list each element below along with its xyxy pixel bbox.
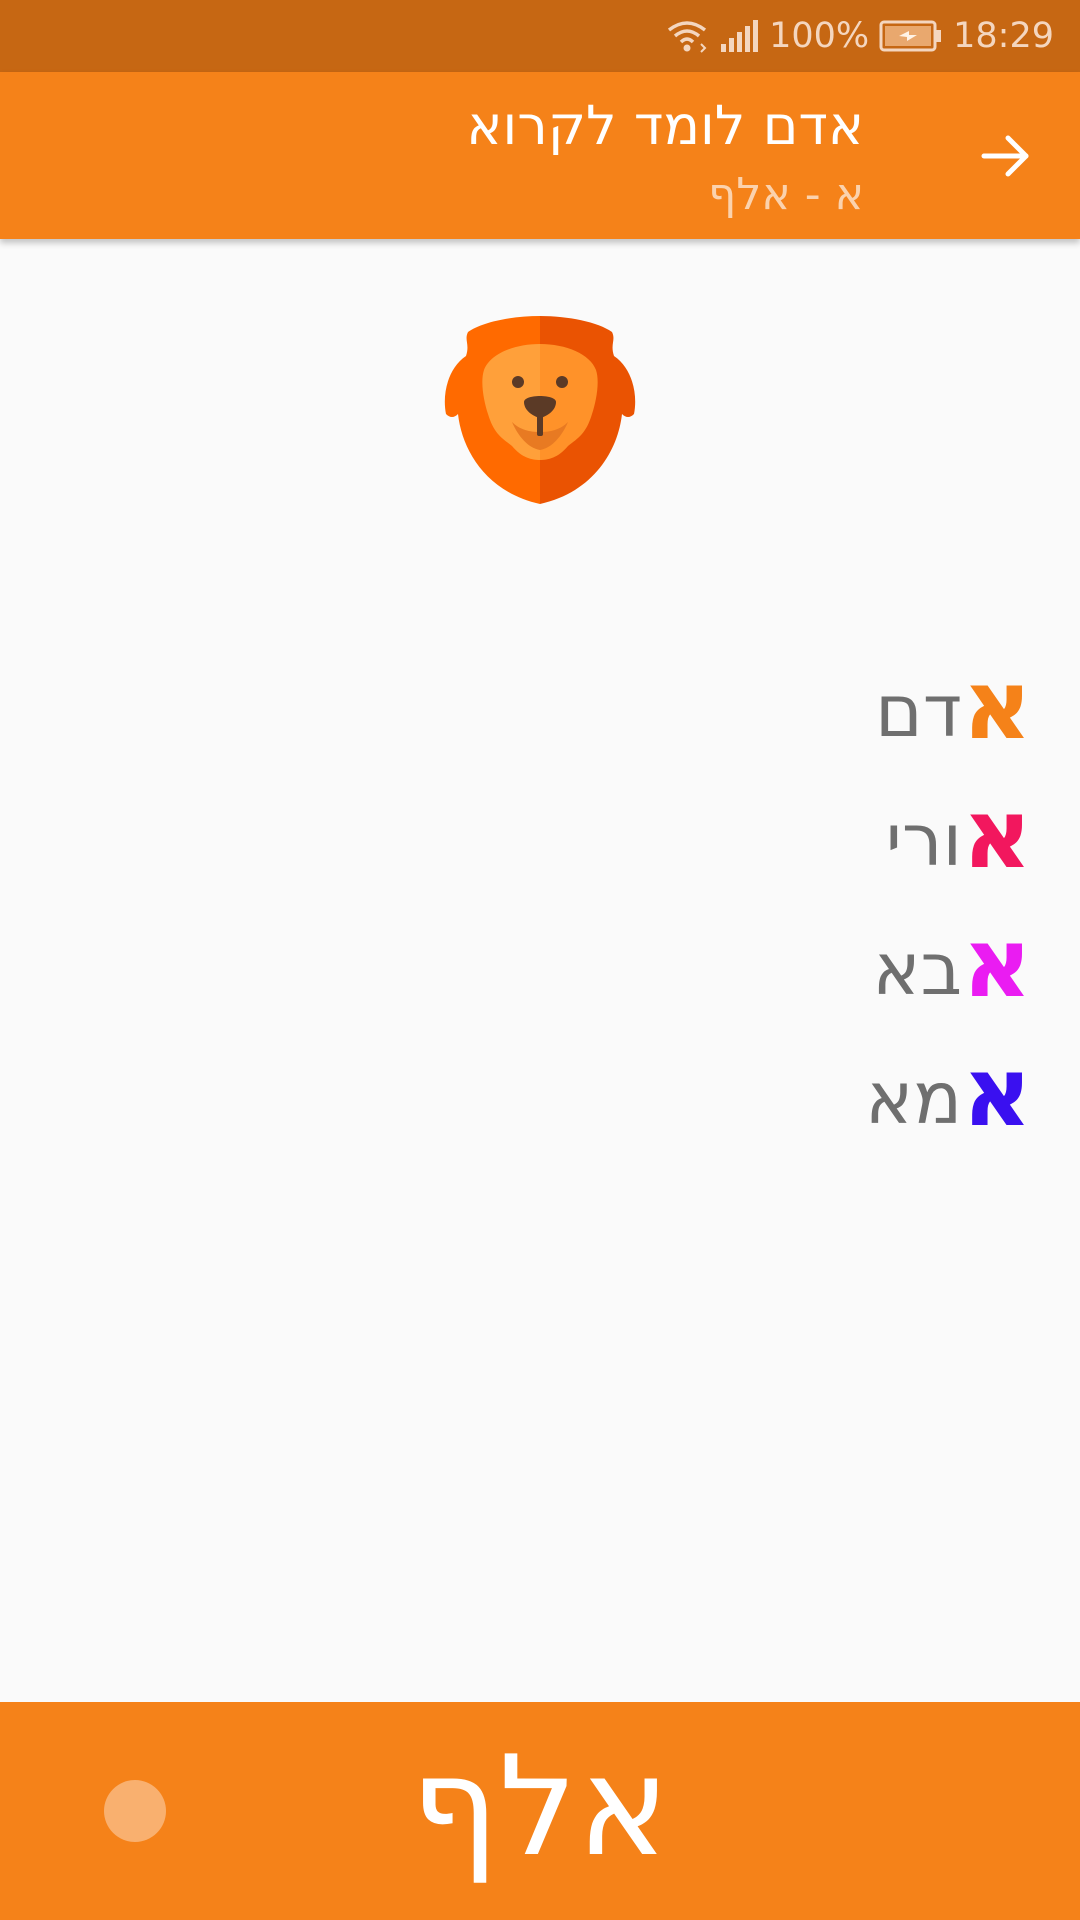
word-item[interactable]: א בא xyxy=(872,898,1032,1027)
word-item[interactable]: א ורי xyxy=(886,769,1032,898)
signal-icon xyxy=(719,18,759,54)
page-indicator-dot xyxy=(104,1780,166,1842)
word-rest: מא xyxy=(865,1055,963,1140)
forward-button[interactable] xyxy=(966,116,1046,196)
app-title: אדם לומד לקרוא xyxy=(466,94,864,157)
app-bar: אדם לומד לקרוא א - אלף xyxy=(0,72,1080,239)
status-bar: 100% 18:29 xyxy=(0,0,1080,72)
arrow-forward-icon xyxy=(981,135,1029,177)
word-item[interactable]: א דם xyxy=(875,640,1032,769)
word-item[interactable]: א מא xyxy=(865,1027,1032,1156)
battery-percent: 100% xyxy=(769,16,870,56)
battery-charging-icon xyxy=(879,19,943,53)
bottom-bar[interactable]: אלף xyxy=(0,1702,1080,1920)
word-list: א דם א ורי א בא א מא xyxy=(865,640,1032,1156)
status-bar-right: 100% 18:29 xyxy=(665,0,1054,72)
word-first-letter: א xyxy=(962,777,1032,890)
app-subtitle: א - אלף xyxy=(708,169,864,220)
word-first-letter: א xyxy=(962,1035,1032,1148)
word-first-letter: א xyxy=(962,906,1032,1019)
word-first-letter: א xyxy=(962,648,1032,761)
status-time: 18:29 xyxy=(953,16,1054,56)
lion-icon xyxy=(442,310,638,506)
word-rest: דם xyxy=(875,668,963,753)
word-rest: ורי xyxy=(885,797,963,882)
word-rest: בא xyxy=(872,926,963,1011)
wifi-icon xyxy=(665,18,709,54)
screen: 100% 18:29 אדם לומד לקרוא א - אלף א דם א… xyxy=(0,0,1080,1920)
